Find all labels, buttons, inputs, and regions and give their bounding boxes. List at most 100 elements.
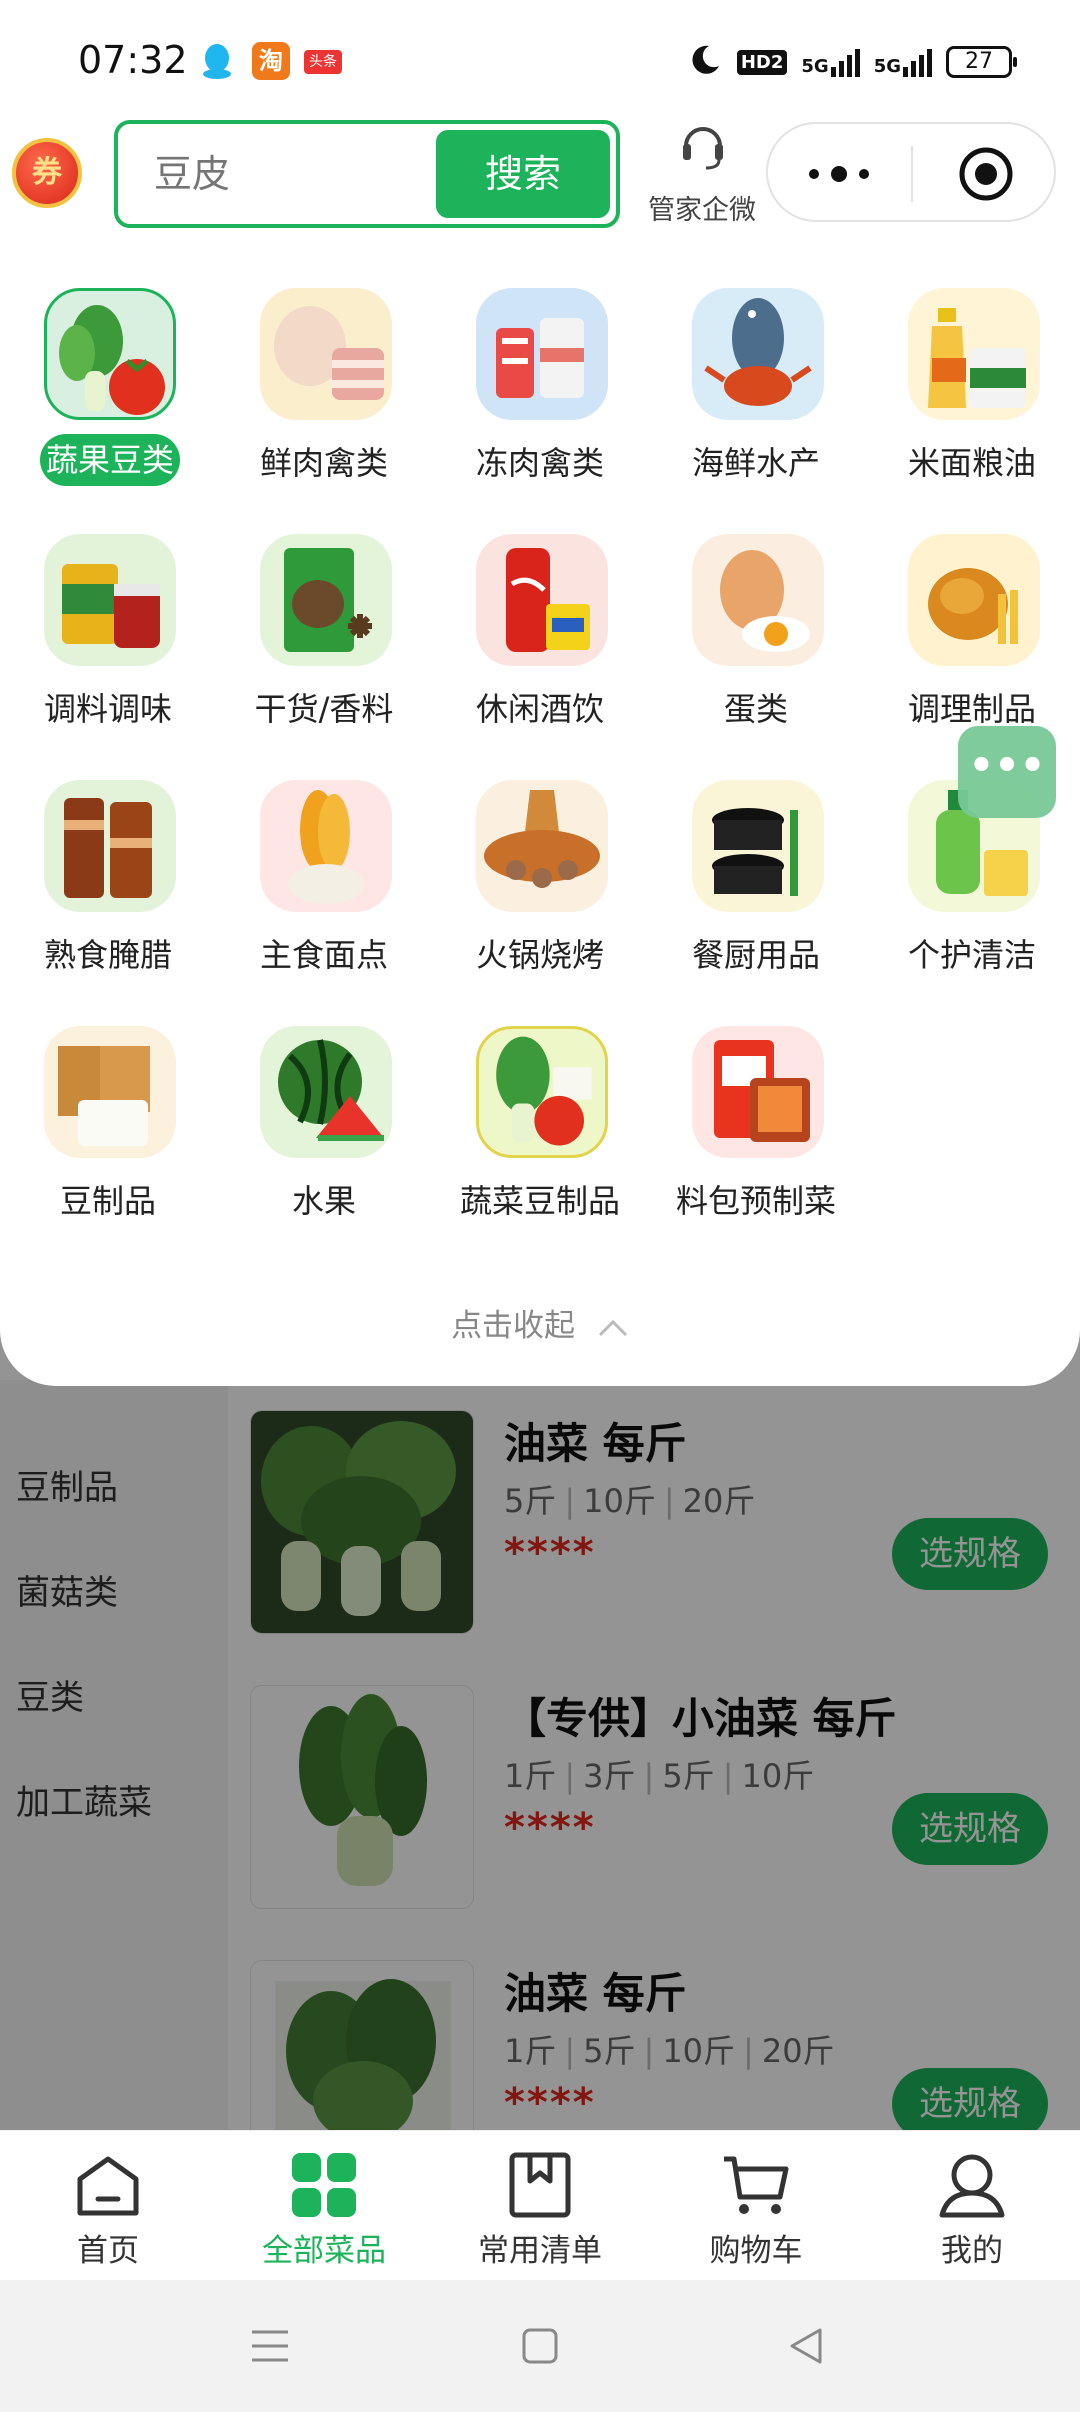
tab-label: 首页 (77, 2233, 139, 2269)
category-item[interactable]: 冻肉禽类 (440, 288, 640, 518)
category-item[interactable]: 干货/香料 (224, 534, 424, 764)
moon-icon (687, 42, 723, 83)
user-icon (938, 2151, 1006, 2219)
category-item[interactable]: 水果 (224, 1026, 424, 1256)
capsule-divider (911, 146, 913, 202)
tab-all-products[interactable]: 全部菜品 (216, 2145, 432, 2275)
category-label: 海鲜水产 (691, 444, 820, 482)
category-item[interactable]: 鲜肉禽类 (224, 288, 424, 518)
cured-meat-icon (44, 780, 176, 912)
category-item[interactable]: 主食面点 (224, 780, 424, 1010)
search-input[interactable] (154, 148, 404, 200)
category-sheet: 07:32 淘 头条 HD2 5G 5G 27 券 搜索 (0, 0, 1080, 1386)
tab-cart[interactable]: 购物车 (648, 2145, 864, 2275)
service-label: 管家企微 (648, 195, 756, 226)
category-label: 冻肉禽类 (475, 444, 604, 482)
home-square-icon[interactable] (520, 2326, 560, 2370)
category-label: 豆制品 (59, 1182, 156, 1220)
category-label: 调理制品 (907, 690, 1036, 728)
vegetable-icon (44, 288, 176, 420)
egg-icon (692, 534, 824, 666)
frozen-meat-icon (476, 288, 608, 420)
menu-icon[interactable] (250, 2326, 290, 2370)
fruit-icon (260, 1026, 392, 1158)
category-label: 蛋类 (723, 690, 788, 728)
taobao-icon: 淘 (252, 42, 290, 80)
category-item[interactable]: 熟食腌腊 (8, 780, 208, 1010)
category-label: 个护清洁 (907, 936, 1036, 974)
grid-icon (290, 2151, 358, 2219)
tab-label: 我的 (941, 2233, 1003, 2269)
dried-spice-icon (260, 534, 392, 666)
tab-common-list[interactable]: 常用清单 (432, 2145, 648, 2275)
category-item[interactable]: 蔬果豆类 (8, 288, 208, 518)
net-type: 5G (801, 56, 829, 77)
home-icon (74, 2151, 142, 2219)
snack-drink-icon (476, 534, 608, 666)
category-label: 料包预制菜 (675, 1182, 836, 1220)
more-dots-icon[interactable] (804, 154, 874, 198)
toutiao-icon: 头条 (304, 50, 342, 74)
hotpot-icon (476, 780, 608, 912)
category-item[interactable]: 米面粮油 (872, 288, 1072, 518)
category-label: 蔬菜豆制品 (459, 1182, 620, 1220)
floating-more-button[interactable]: ••• (958, 726, 1056, 818)
category-item[interactable]: 豆制品 (8, 1026, 208, 1256)
category-label: 餐厨用品 (691, 936, 820, 974)
category-item[interactable]: 休闲酒饮 (440, 534, 640, 764)
tab-label: 购物车 (709, 2233, 803, 2269)
qq-icon (198, 42, 236, 80)
tab-label: 全部菜品 (262, 2233, 386, 2269)
category-label: 米面粮油 (907, 444, 1036, 482)
ready-meal-icon (692, 1026, 824, 1158)
prepared-food-icon (908, 534, 1040, 666)
service-button[interactable]: 管家企微 (640, 118, 764, 228)
battery-icon: 27 (946, 46, 1017, 78)
category-label: 调料调味 (43, 690, 172, 728)
status-bar: 07:32 淘 头条 HD2 5G 5G 27 (0, 0, 1080, 120)
status-time: 07:32 (78, 38, 188, 82)
close-target-icon[interactable] (958, 146, 1014, 206)
collapse-button[interactable]: 点击收起 (0, 1300, 1080, 1346)
staple-food-icon (260, 780, 392, 912)
vegetable-tofu-icon (476, 1026, 608, 1158)
category-item[interactable]: 调料调味 (8, 534, 208, 764)
signal-icon: 5G (874, 47, 932, 77)
tab-label: 常用清单 (478, 2233, 602, 2269)
category-label: 水果 (291, 1182, 356, 1220)
grain-oil-icon (908, 288, 1040, 420)
cart-icon (722, 2151, 790, 2219)
category-label: 休闲酒饮 (475, 690, 604, 728)
category-label: 蔬果豆类 (40, 434, 180, 486)
category-label: 熟食腌腊 (43, 936, 172, 974)
bookmark-list-icon (506, 2151, 574, 2219)
signal-icon: 5G (801, 47, 860, 77)
hd-badge: HD2 (736, 49, 788, 75)
category-item[interactable]: 海鲜水产 (656, 288, 856, 518)
headset-icon (680, 118, 726, 178)
category-label: 干货/香料 (254, 690, 394, 728)
category-item[interactable]: 蛋类 (656, 534, 856, 764)
kitchenware-icon (692, 780, 824, 912)
search-box: 搜索 (114, 120, 620, 228)
category-label: 火锅烧烤 (475, 936, 604, 974)
coupon-icon[interactable]: 券 (12, 138, 82, 208)
net-type: 5G (873, 56, 901, 77)
category-item[interactable]: 蔬菜豆制品 (440, 1026, 640, 1256)
collapse-label: 点击收起 (451, 1308, 576, 1344)
tab-mine[interactable]: 我的 (864, 2145, 1080, 2275)
chevron-up-icon (597, 1310, 629, 1346)
category-label: 主食面点 (259, 936, 388, 974)
seafood-icon (692, 288, 824, 420)
system-nav-bar (0, 2280, 1080, 2412)
category-item[interactable]: 料包预制菜 (656, 1026, 856, 1256)
category-item[interactable]: 餐厨用品 (656, 780, 856, 1010)
category-item[interactable]: 火锅烧烤 (440, 780, 640, 1010)
seasoning-icon (44, 534, 176, 666)
category-label: 鲜肉禽类 (259, 444, 388, 482)
tofu-icon (44, 1026, 176, 1158)
tab-home[interactable]: 首页 (0, 2145, 216, 2275)
bottom-tabbar: 首页 全部菜品 常用清单 购物车 我的 (0, 2130, 1080, 2280)
search-button[interactable]: 搜索 (436, 130, 610, 218)
back-icon[interactable] (786, 2326, 826, 2370)
